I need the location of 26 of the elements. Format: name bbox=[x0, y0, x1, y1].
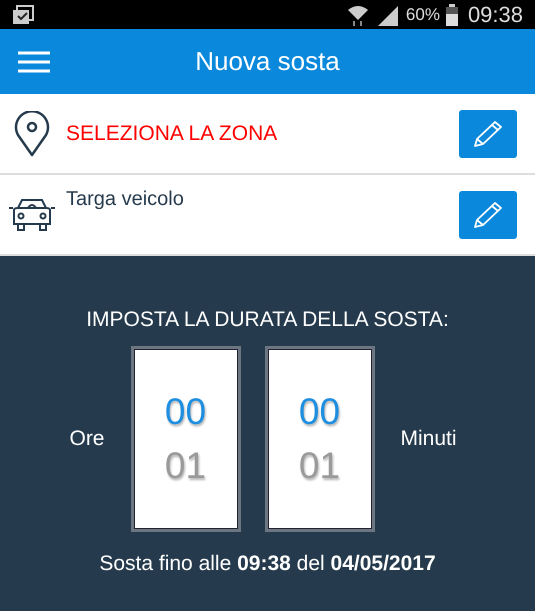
vehicle-plate-label: Targa veicolo bbox=[66, 188, 185, 211]
picker-value[interactable]: 00 bbox=[164, 391, 206, 433]
minutes-label: Minuti bbox=[400, 427, 458, 451]
zone-prompt: SELEZIONA LA ZONA bbox=[66, 122, 278, 146]
screen-title: Nuova sosta bbox=[195, 46, 340, 77]
number-picker[interactable]: 00 01 bbox=[130, 346, 240, 532]
clock: 09:38 bbox=[468, 2, 523, 28]
edit-button[interactable] bbox=[459, 110, 517, 158]
pencil-icon bbox=[471, 200, 505, 230]
number-picker[interactable]: 00 01 bbox=[264, 346, 374, 532]
location-pin-icon bbox=[12, 110, 52, 156]
picker-value[interactable]: 01 bbox=[298, 445, 340, 487]
edit-button[interactable] bbox=[459, 190, 517, 238]
end-time-text: Sosta fino alle 09:38 del 04/05/2017 bbox=[99, 552, 436, 576]
notification-icon bbox=[12, 4, 34, 24]
menu-button[interactable] bbox=[18, 50, 50, 74]
menu-icon bbox=[18, 50, 50, 74]
pencil-icon bbox=[471, 118, 505, 148]
duration-heading: IMPOSTA LA DURATA DELLA SOSTA: bbox=[86, 308, 449, 332]
hours-label: Ore bbox=[68, 427, 104, 451]
signal-icon bbox=[376, 4, 400, 26]
battery-percent: 60% bbox=[406, 4, 440, 24]
battery-icon bbox=[446, 4, 458, 26]
car-icon bbox=[8, 198, 56, 232]
picker-value[interactable]: 01 bbox=[164, 445, 206, 487]
picker-value[interactable]: 00 bbox=[298, 391, 340, 433]
